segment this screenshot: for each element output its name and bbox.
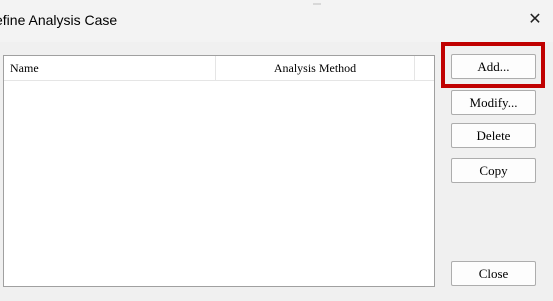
title-bar-grip	[313, 3, 321, 5]
delete-button[interactable]: Delete	[451, 123, 536, 148]
dialog-body: Name Analysis Method Add... Modify... De…	[0, 42, 553, 301]
modify-button[interactable]: Modify...	[451, 90, 536, 115]
define-analysis-case-dialog: efine Analysis Case ✕ Name Analysis Meth…	[0, 0, 553, 301]
list-header: Name Analysis Method	[4, 56, 434, 81]
copy-button[interactable]: Copy	[451, 158, 536, 183]
analysis-case-list[interactable]: Name Analysis Method	[3, 55, 435, 287]
column-header-analysis-method[interactable]: Analysis Method	[216, 56, 414, 80]
close-button[interactable]: Close	[451, 261, 536, 286]
add-button[interactable]: Add...	[451, 54, 536, 79]
dialog-title: efine Analysis Case	[0, 12, 118, 28]
column-separator[interactable]	[414, 56, 415, 80]
close-icon[interactable]: ✕	[526, 10, 544, 28]
title-bar[interactable]: efine Analysis Case ✕	[0, 0, 553, 42]
column-header-name[interactable]: Name	[10, 56, 215, 80]
